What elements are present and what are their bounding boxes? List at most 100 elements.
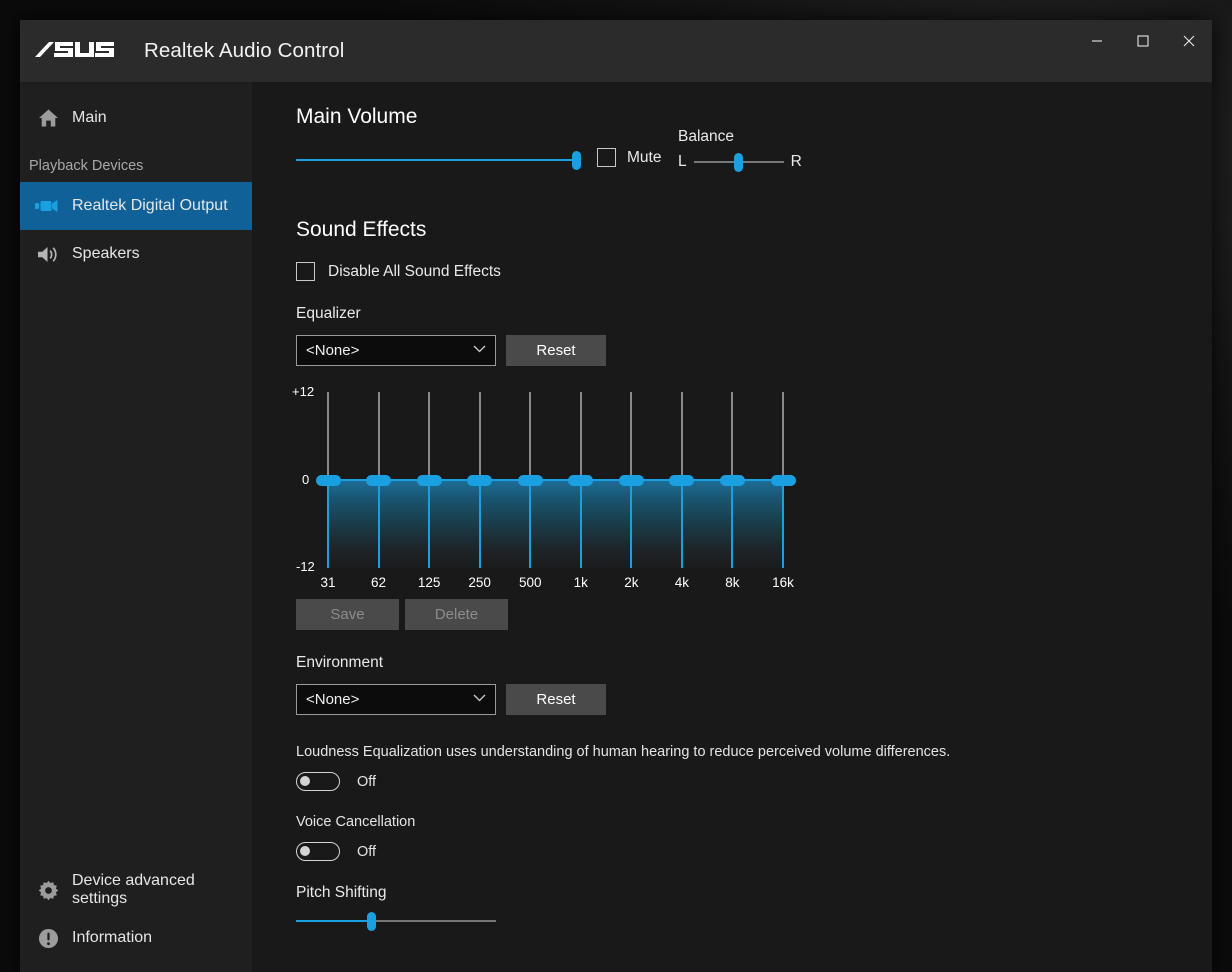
chevron-down-icon — [473, 694, 486, 705]
equalizer-rail-lower — [579, 480, 582, 568]
equalizer-thumb-250[interactable] — [467, 474, 493, 486]
equalizer-rail-lower — [630, 480, 633, 568]
balance-slider[interactable] — [693, 151, 784, 173]
disable-all-sound-effects-label: Disable All Sound Effects — [328, 262, 501, 280]
equalizer-freq-label-2k: 2k — [624, 575, 639, 590]
sidebar-item-speakers[interactable]: Speakers — [20, 230, 252, 278]
equalizer-thumb-125[interactable] — [416, 474, 442, 486]
main-volume-track-fill — [296, 159, 576, 161]
equalizer-thumb-8k[interactable] — [719, 474, 745, 486]
equalizer-rail-upper — [428, 392, 431, 480]
main-volume-thumb[interactable] — [572, 151, 581, 170]
sidebar-item-device-advanced-settings[interactable]: Device advanced settings — [20, 866, 252, 914]
pitch-shifting-slider[interactable] — [296, 910, 496, 932]
mute-control[interactable]: Mute — [597, 148, 661, 167]
equalizer-rail-lower — [428, 480, 431, 568]
sidebar-bottom-group: Device advanced settings Information — [20, 866, 252, 962]
loudness-toggle[interactable] — [296, 772, 340, 791]
equalizer-rail-lower — [478, 480, 481, 568]
sidebar-item-label: Speakers — [72, 245, 140, 262]
equalizer-freq-label-1k: 1k — [573, 575, 588, 590]
equalizer-rail-lower — [529, 480, 532, 568]
main-volume-slider[interactable] — [296, 149, 581, 171]
equalizer-band-chart[interactable]: +12 0 -12 31 62 125 250 500 1k 2k 4k 8k 16k — [292, 378, 812, 590]
equalizer-rail-lower — [731, 480, 734, 568]
sidebar-item-label: Device advanced settings — [72, 872, 195, 907]
equalizer-freq-label-4k: 4k — [674, 575, 689, 590]
sidebar-item-main[interactable]: Main — [20, 94, 252, 142]
equalizer-band-2k[interactable] — [618, 378, 644, 568]
equalizer-save-label: Save — [330, 606, 365, 623]
gear-icon — [28, 880, 68, 901]
voice-cancellation-toggle[interactable] — [296, 842, 340, 861]
app-title: Realtek Audio Control — [144, 39, 345, 62]
equalizer-thumb-500[interactable] — [517, 474, 543, 486]
voice-cancellation-toggle-row[interactable]: Off — [296, 842, 376, 861]
equalizer-fill-area — [328, 480, 783, 568]
home-icon — [28, 108, 68, 128]
sidebar-group-title: Playback Devices — [29, 158, 144, 174]
pitch-shifting-label: Pitch Shifting — [296, 884, 387, 901]
equalizer-thumb-2k[interactable] — [618, 474, 644, 486]
digital-output-icon — [28, 198, 68, 214]
equalizer-freq-label-500: 500 — [518, 575, 542, 590]
equalizer-freq-label-16k: 16k — [772, 575, 794, 590]
environment-reset-button[interactable]: Reset — [506, 684, 606, 715]
equalizer-band-125[interactable] — [416, 378, 442, 568]
equalizer-thumb-1k[interactable] — [568, 474, 594, 486]
close-button[interactable] — [1166, 20, 1212, 62]
window-controls — [1074, 20, 1212, 62]
equalizer-band-1k[interactable] — [568, 378, 594, 568]
equalizer-rail-upper — [579, 392, 582, 480]
balance-label: Balance — [678, 128, 735, 145]
equalizer-band-250[interactable] — [467, 378, 493, 568]
asus-logo-icon — [32, 38, 130, 64]
balance-control: Balance L R — [678, 128, 802, 173]
main-content-panel: Main Volume Mute Balance L R Sound Effec… — [252, 82, 1212, 972]
disable-all-sound-effects-checkbox[interactable] — [296, 262, 315, 281]
mute-checkbox[interactable] — [597, 148, 616, 167]
voice-cancellation-state: Off — [357, 843, 377, 860]
equalizer-freq-label-8k: 8k — [725, 575, 740, 590]
maximize-button[interactable] — [1120, 20, 1166, 62]
loudness-toggle-row[interactable]: Off — [296, 772, 376, 791]
sidebar-item-information[interactable]: Information — [20, 914, 252, 962]
equalizer-thumb-16k[interactable] — [770, 474, 796, 486]
equalizer-delete-button[interactable]: Delete — [405, 599, 508, 630]
equalizer-rail-lower — [327, 480, 329, 568]
environment-preset-dropdown[interactable]: <None> — [296, 684, 496, 715]
equalizer-thumb-4k[interactable] — [669, 474, 695, 486]
equalizer-preset-dropdown[interactable]: <None> — [296, 335, 496, 366]
balance-thumb[interactable] — [734, 153, 744, 172]
realtek-audio-control-window: Realtek Audio Control Main Playback Devi… — [20, 20, 1212, 972]
pitch-track-rest — [370, 920, 496, 922]
equalizer-rail-upper — [478, 392, 481, 480]
equalizer-zero-line — [328, 479, 783, 481]
equalizer-reset-button[interactable]: Reset — [506, 335, 606, 366]
pitch-shifting-thumb[interactable] — [366, 912, 376, 931]
loudness-description: Loudness Equalization uses understanding… — [296, 744, 951, 760]
equalizer-save-button[interactable]: Save — [296, 599, 399, 630]
chevron-down-icon — [473, 345, 486, 356]
equalizer-scale-mid: 0 — [302, 472, 310, 487]
sidebar-item-realtek-digital-output[interactable]: Realtek Digital Output — [20, 182, 252, 230]
equalizer-band-500[interactable] — [517, 378, 543, 568]
equalizer-band-8k[interactable] — [719, 378, 745, 568]
equalizer-thumb-62[interactable] — [366, 474, 392, 486]
toggle-knob — [300, 846, 310, 856]
voice-cancellation-label: Voice Cancellation — [296, 814, 416, 830]
equalizer-preset-value: <None> — [306, 342, 360, 359]
equalizer-rail-upper — [731, 392, 734, 480]
equalizer-band-16k[interactable] — [770, 378, 796, 568]
equalizer-rail-lower — [680, 480, 683, 568]
speaker-icon — [28, 245, 68, 264]
equalizer-band-31[interactable] — [315, 378, 341, 568]
minimize-button[interactable] — [1074, 20, 1120, 62]
window-titlebar: Realtek Audio Control — [20, 20, 1212, 82]
equalizer-rail-upper — [680, 392, 683, 480]
equalizer-band-4k[interactable] — [669, 378, 695, 568]
disable-all-sound-effects-control[interactable]: Disable All Sound Effects — [296, 262, 501, 281]
equalizer-freq-label-250: 250 — [468, 575, 491, 590]
equalizer-band-62[interactable] — [366, 378, 392, 568]
equalizer-thumb-31[interactable] — [315, 474, 341, 486]
